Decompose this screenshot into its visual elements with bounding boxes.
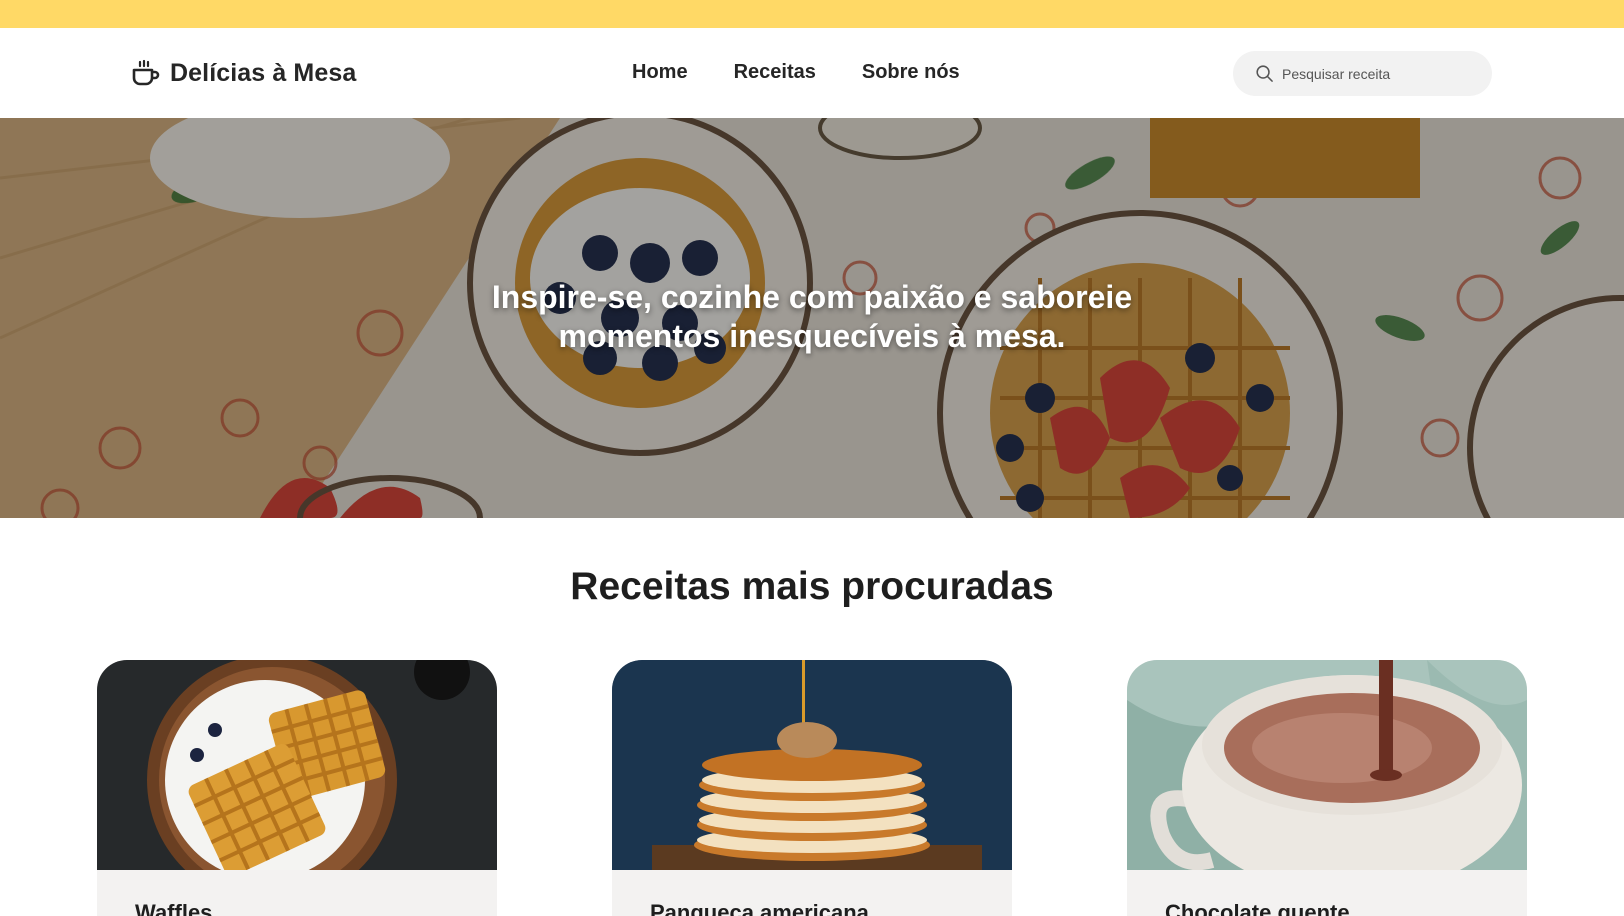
recipe-card-waffles[interactable]: Waffles	[97, 660, 497, 916]
hero-banner: Inspire-se, cozinhe com paixão e saborei…	[0, 118, 1624, 518]
recipe-image-chocolate	[1127, 660, 1527, 870]
recipe-title-waffles: Waffles	[135, 900, 213, 916]
top-accent-bar	[0, 0, 1624, 28]
hero-headline-line2: momentos inesquecíveis à mesa.	[558, 318, 1066, 354]
recipe-image-panqueca	[612, 660, 1012, 870]
brand-name: Delícias à Mesa	[170, 58, 357, 87]
coffee-cup-icon	[132, 59, 160, 86]
recipe-title-chocolate-quente: Chocolate quente	[1165, 900, 1350, 916]
main-nav: Home Receitas Sobre nós	[632, 61, 960, 84]
hero-headline-line1: Inspire-se, cozinhe com paixão e saborei…	[491, 279, 1133, 315]
search-box[interactable]	[1233, 51, 1492, 96]
nav-link-home[interactable]: Home	[632, 61, 688, 84]
recipe-card-chocolate-quente[interactable]: Chocolate quente	[1127, 660, 1527, 916]
section-title: Receitas mais procuradas	[570, 565, 1054, 608]
nav-link-receitas[interactable]: Receitas	[734, 61, 816, 84]
nav-link-sobre-nos[interactable]: Sobre nós	[862, 61, 960, 84]
recipe-image-waffles	[97, 660, 497, 870]
search-icon	[1256, 65, 1273, 82]
hero-headline: Inspire-se, cozinhe com paixão e saborei…	[412, 278, 1212, 356]
brand-logo-link[interactable]: Delícias à Mesa	[130, 53, 356, 93]
site-header: Delícias à Mesa Home Receitas Sobre nós	[0, 28, 1624, 118]
recipe-title-panqueca-americana: Panqueca americana	[650, 900, 869, 916]
recipe-card-panqueca-americana[interactable]: Panqueca americana	[612, 660, 1012, 916]
search-input[interactable]	[1282, 65, 1482, 82]
